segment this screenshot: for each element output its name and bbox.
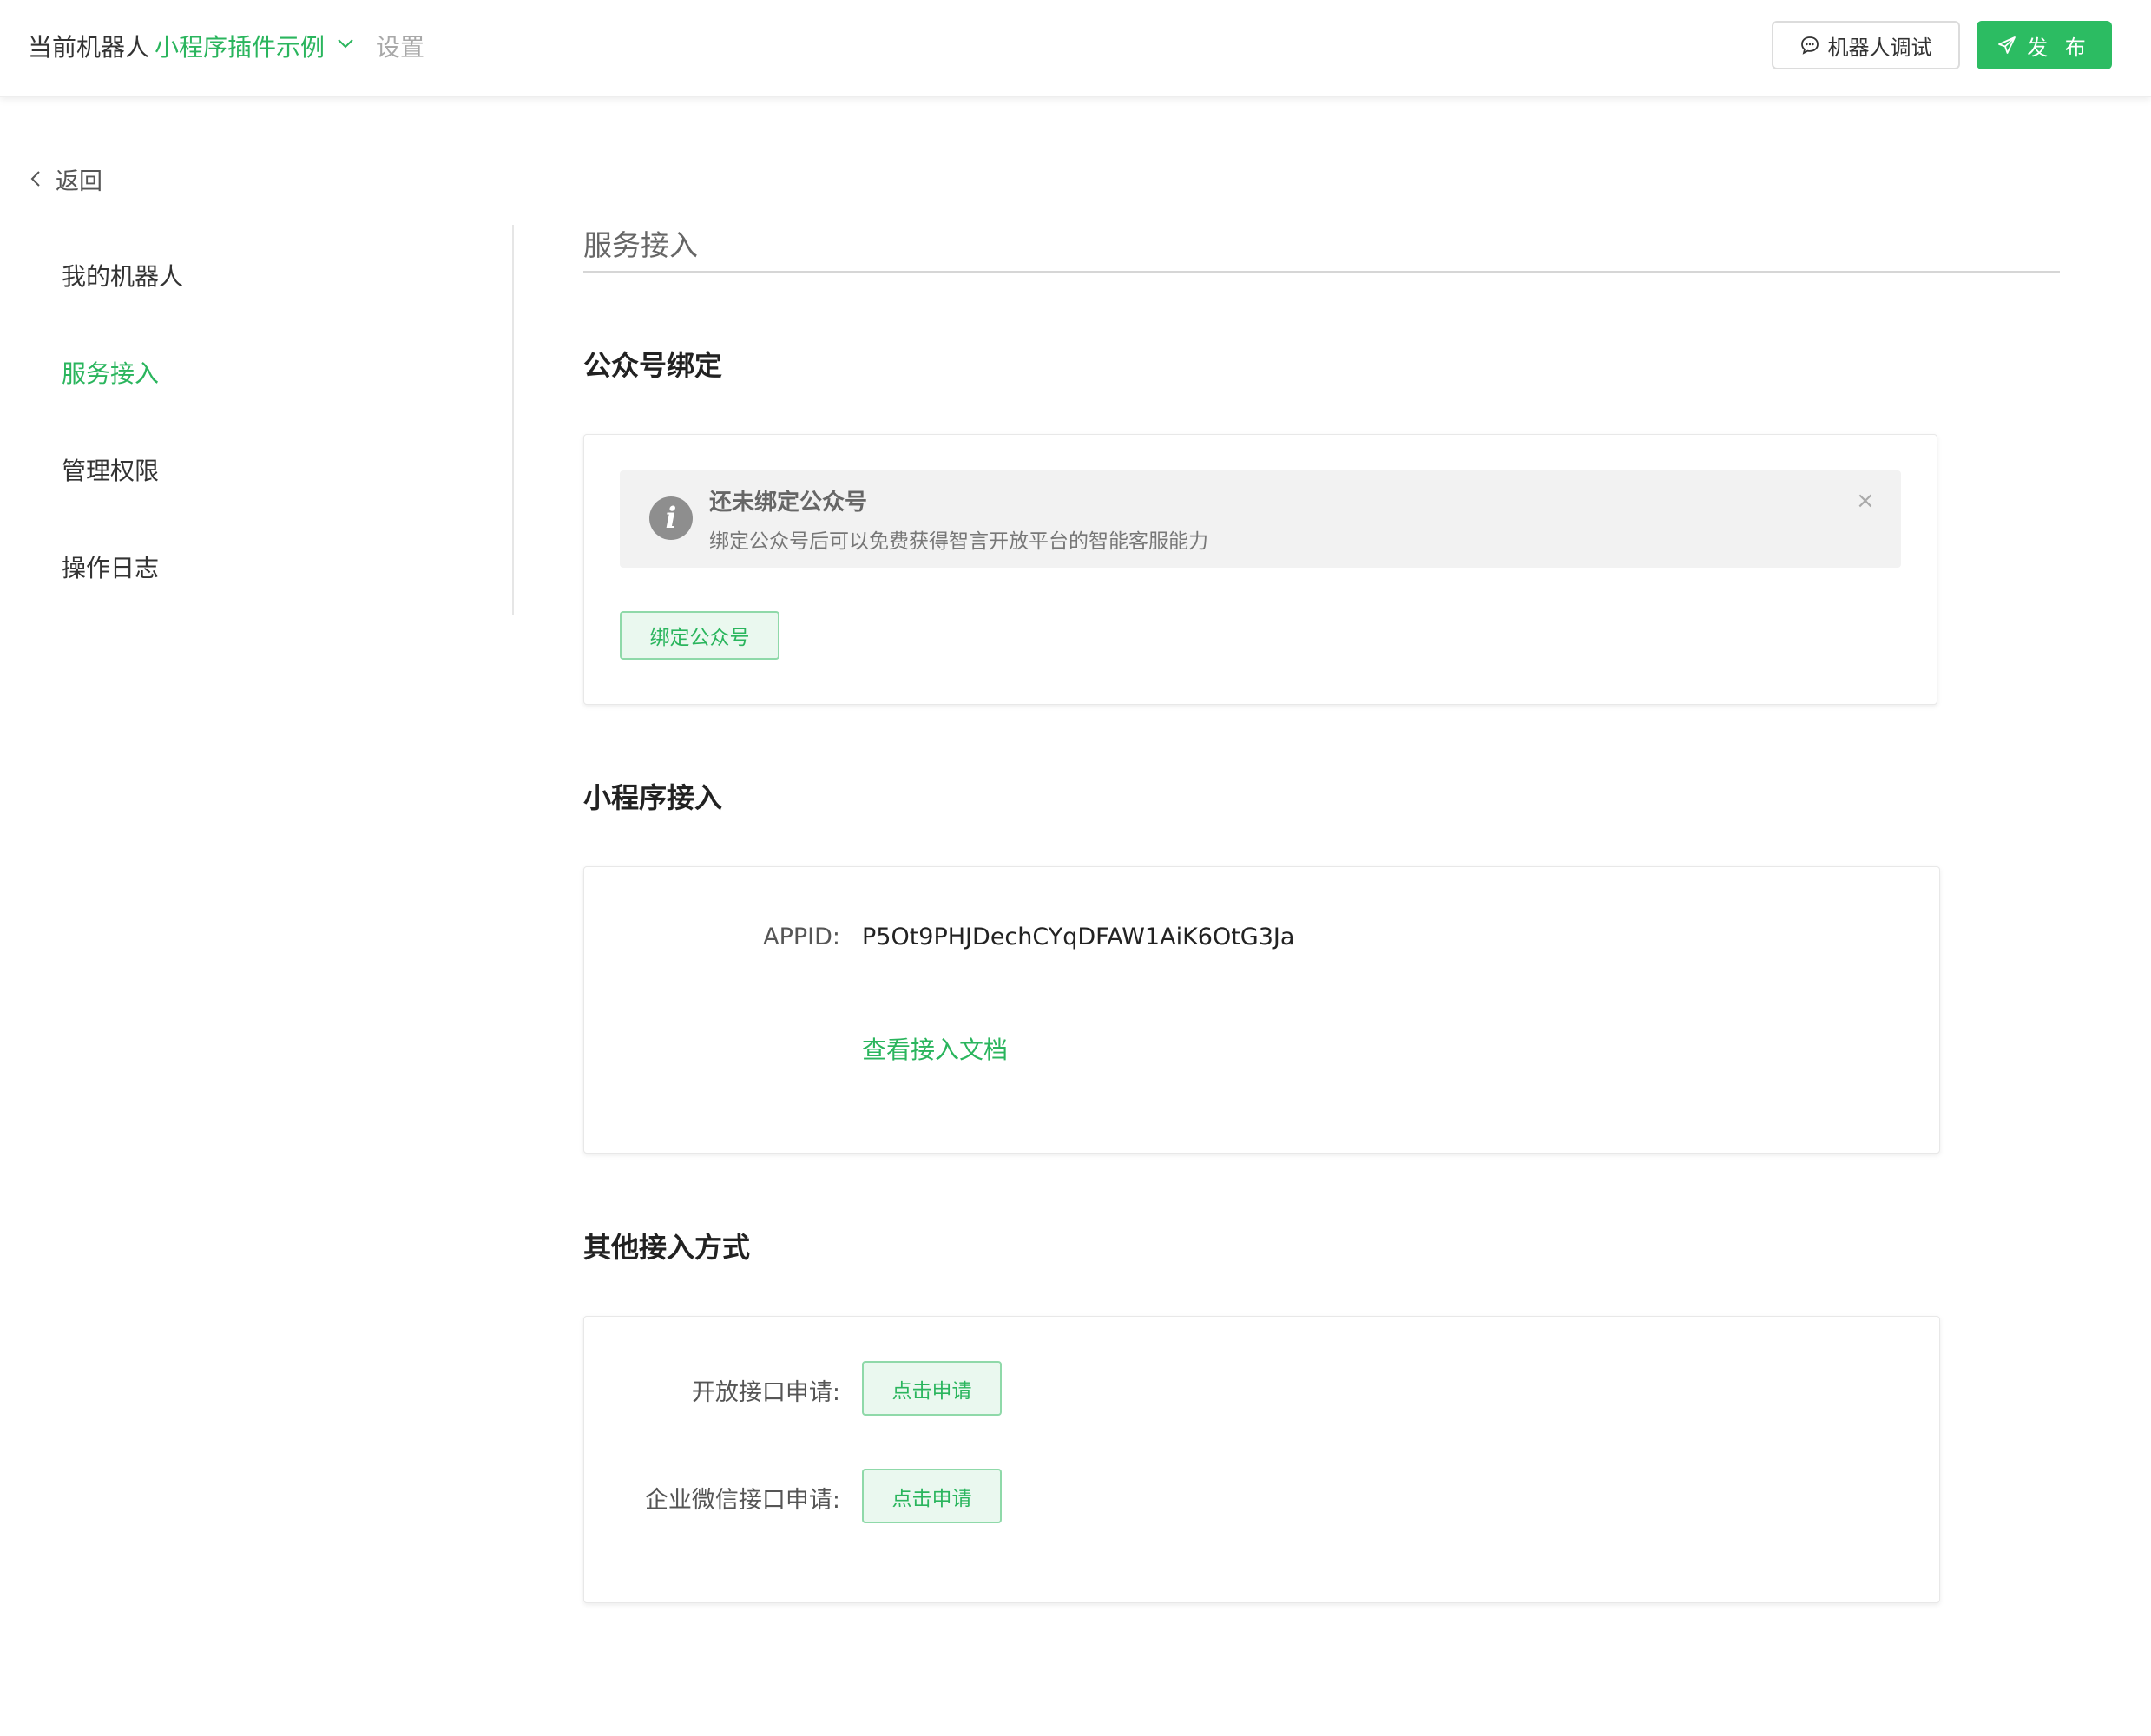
page-title: 服务接入 xyxy=(583,228,698,262)
back-label: 返回 xyxy=(56,168,102,195)
robot-selector[interactable]: 小程序插件示例 xyxy=(155,29,325,63)
official-account-heading: 公众号绑定 xyxy=(583,349,723,382)
sidebar-item-permissions[interactable]: 管理权限 xyxy=(62,452,159,487)
wecom-api-apply-button[interactable]: 点击申请 xyxy=(862,1469,1002,1523)
info-icon: i xyxy=(649,496,693,540)
title-divider xyxy=(583,271,2060,273)
alert-title: 还未绑定公众号 xyxy=(709,490,868,516)
publish-button[interactable]: 发 布 xyxy=(1977,21,2112,69)
top-bar: 当前机器人 小程序插件示例 设置 机器人调试 发 布 xyxy=(0,0,2151,97)
settings-link[interactable]: 设置 xyxy=(376,29,424,63)
sidebar-divider xyxy=(512,225,514,615)
robot-debug-label: 机器人调试 xyxy=(1827,35,1932,60)
appid-value: P5Ot9PHJDechCYqDFAW1AiK6OtG3Ja xyxy=(862,924,1295,950)
sidebar-nav: 我的机器人 服务接入 管理权限 操作日志 xyxy=(0,221,514,616)
mini-program-heading: 小程序接入 xyxy=(583,781,723,814)
chevron-left-icon xyxy=(30,171,40,187)
close-icon[interactable]: × xyxy=(1856,488,1875,514)
wecom-api-label: 企业微信接口申请: xyxy=(644,1487,840,1514)
unbound-alert: i 还未绑定公众号 绑定公众号后可以免费获得智言开放平台的智能客服能力 × xyxy=(620,470,1901,568)
chevron-down-icon[interactable] xyxy=(335,33,356,54)
open-api-apply-button[interactable]: 点击申请 xyxy=(862,1361,1002,1416)
mini-program-card xyxy=(583,866,1940,1154)
alert-description: 绑定公众号后可以免费获得智言开放平台的智能客服能力 xyxy=(709,530,1208,553)
bind-official-account-button[interactable]: 绑定公众号 xyxy=(620,611,779,660)
view-docs-link[interactable]: 查看接入文档 xyxy=(862,1031,1008,1066)
sidebar-item-my-robots[interactable]: 我的机器人 xyxy=(62,258,183,293)
appid-label: APPID: xyxy=(763,924,840,950)
sidebar-item-service-access[interactable]: 服务接入 xyxy=(62,355,159,390)
back-link[interactable]: 返回 xyxy=(28,163,102,195)
open-api-label: 开放接口申请: xyxy=(691,1379,840,1406)
publish-label: 发 布 xyxy=(2027,35,2091,60)
other-access-heading: 其他接入方式 xyxy=(583,1231,751,1264)
robot-debug-button[interactable]: 机器人调试 xyxy=(1772,21,1960,69)
chat-bubble-icon xyxy=(1800,36,1819,55)
current-robot-label: 当前机器人 xyxy=(28,33,150,62)
send-icon xyxy=(1998,36,2016,54)
other-access-card xyxy=(583,1316,1940,1603)
sidebar-item-operation-log[interactable]: 操作日志 xyxy=(62,549,159,584)
